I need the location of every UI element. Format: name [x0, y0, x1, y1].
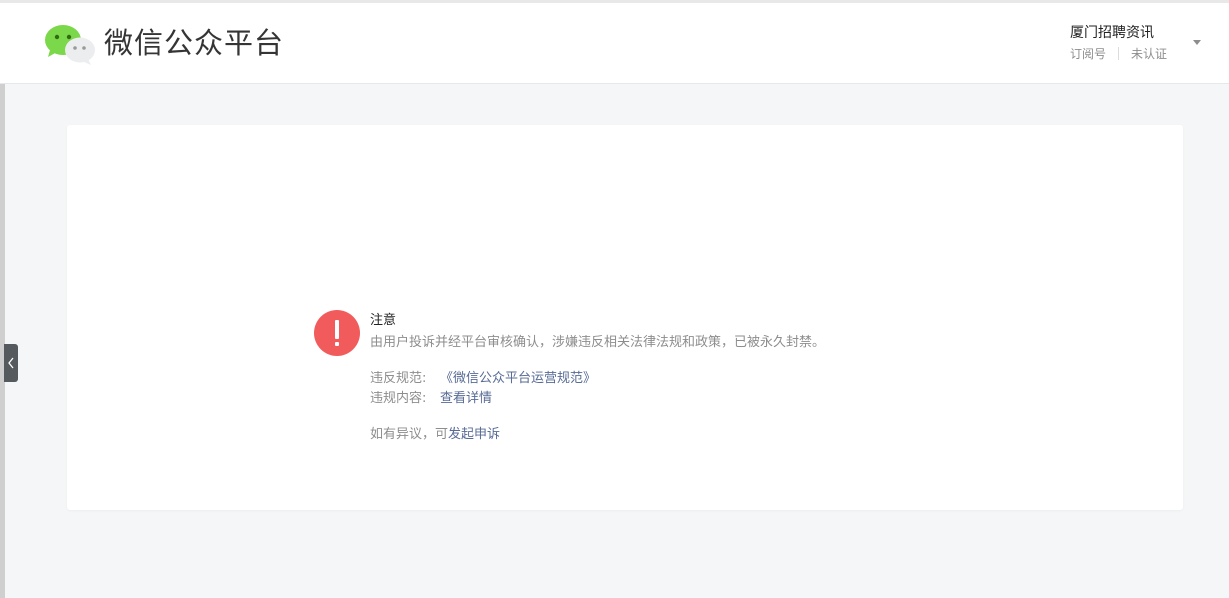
violated-rule-row: 违反规范: 《微信公众平台运营规范》 — [370, 369, 890, 389]
meta-divider — [1117, 47, 1119, 60]
violation-content-row: 违规内容: 查看详情 — [370, 389, 890, 409]
notice-body: 注意 由用户投诉并经平台审核确认，涉嫌违反相关法律法规和政策，已被永久封禁。 违… — [370, 311, 890, 445]
account-type: 订阅号 — [1069, 47, 1106, 61]
appeal-row: 如有异议，可发起申诉 — [370, 425, 890, 445]
rule-link[interactable]: 《微信公众平台运营规范》 — [440, 371, 596, 386]
violation-content-label: 违规内容: — [370, 391, 427, 406]
account-info[interactable]: 厦门招聘资讯 订阅号 未认证 — [1070, 23, 1167, 63]
appeal-prefix: 如有异议，可 — [370, 427, 449, 442]
left-scroll-strip — [0, 60, 5, 598]
side-toggle-button[interactable] — [4, 344, 18, 382]
verification-status: 未认证 — [1130, 47, 1167, 61]
chevron-down-icon[interactable] — [1193, 40, 1201, 45]
page: 微信公众平台 厦门招聘资讯 订阅号 未认证 注意 由用户投诉并经平台审核确认，涉嫌… — [0, 0, 1229, 598]
chevron-left-icon — [8, 357, 14, 369]
header: 微信公众平台 厦门招聘资讯 订阅号 未认证 — [0, 3, 1229, 84]
wechat-logo-icon[interactable] — [44, 23, 96, 65]
account-name[interactable]: 厦门招聘资讯 — [1070, 23, 1167, 43]
brand-title: 微信公众平台 — [104, 26, 285, 60]
violated-rule-label: 违反规范: — [370, 371, 427, 386]
exclamation-icon — [314, 310, 360, 356]
view-details-link[interactable]: 查看详情 — [440, 391, 492, 406]
account-meta: 订阅号 未认证 — [1070, 45, 1167, 63]
notice-title: 注意 — [370, 313, 397, 328]
notice-description: 由用户投诉并经平台审核确认，涉嫌违反相关法律法规和政策，已被永久封禁。 — [370, 335, 826, 350]
appeal-link[interactable]: 发起申诉 — [448, 427, 500, 442]
